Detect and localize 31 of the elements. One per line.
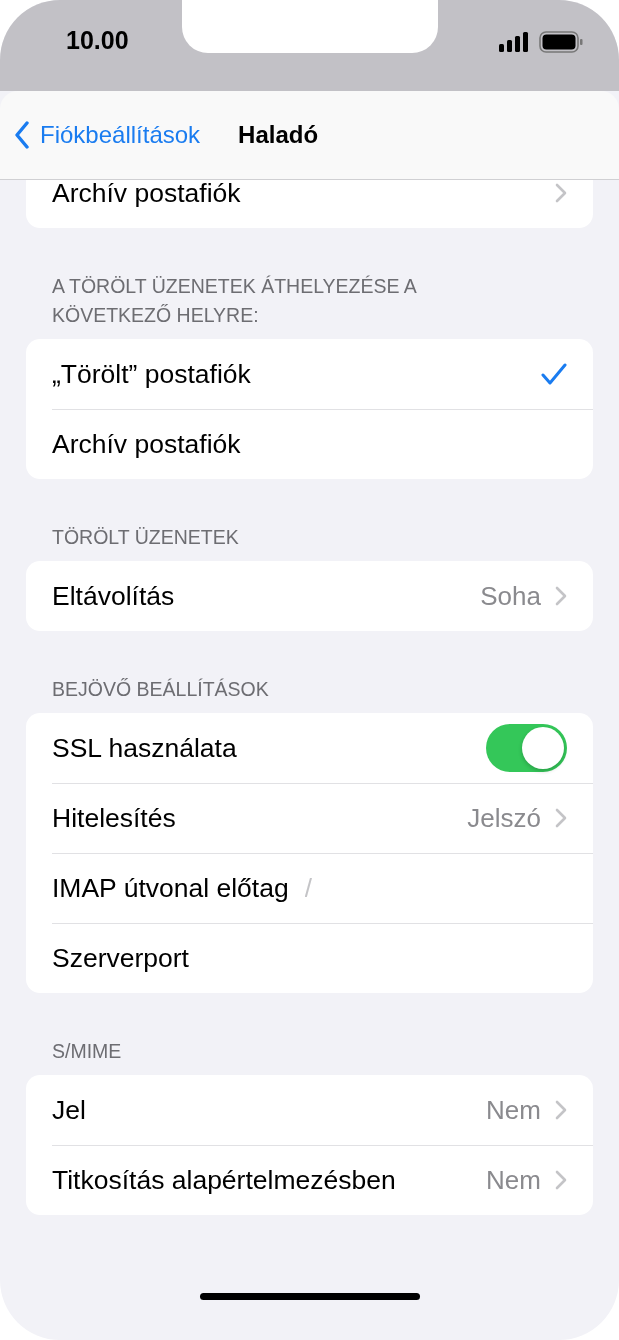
signal-icon [499, 32, 531, 52]
chevron-icon [555, 808, 567, 828]
row-label: IMAP útvonal előtag [52, 872, 289, 904]
section-header: A TÖRÖLT ÜZENETEK ÁTHELYEZÉSE A KÖVETKEZŐ HELYRE: [52, 274, 418, 328]
row-value: Nem [486, 1094, 541, 1126]
section-header: S/MIME [52, 1039, 123, 1064]
row-value: Soha [480, 580, 541, 612]
back-chevron-icon[interactable] [14, 121, 30, 149]
toggle-switch[interactable] [486, 724, 567, 772]
row-label[interactable]: Titkosítás alapértelmezésben [52, 1164, 396, 1196]
chevron-icon [555, 1100, 567, 1120]
row-label: Szerverport [52, 942, 189, 974]
row-label[interactable]: Hitelesítés [52, 802, 176, 834]
back-button[interactable]: Fiókbeállítások [14, 121, 201, 149]
row-value: Jelszó [467, 802, 541, 834]
nav-title: Haladó [238, 121, 319, 149]
chevron-icon [555, 586, 567, 606]
row-label[interactable]: „Törölt” postafiók [52, 358, 251, 390]
row-label: SSL használata [52, 732, 237, 764]
chevron-icon [555, 183, 567, 203]
row-label[interactable]: Archív postafiók [52, 180, 241, 209]
row-label[interactable]: Archív postafiók [52, 428, 241, 460]
section-header: TÖRÖLT ÜZENETEK [52, 525, 240, 550]
row-value: Nem [486, 1164, 541, 1196]
row-label[interactable]: Jel [52, 1094, 86, 1126]
section-header: BEJÖVŐ BEÁLLÍTÁSOK [52, 677, 270, 702]
input-field[interactable]: / [302, 871, 567, 905]
battery-icon [539, 31, 583, 53]
row-label[interactable]: Eltávolítás [52, 580, 175, 612]
chevron-icon [555, 1170, 567, 1190]
status-time: 10.00 [66, 26, 129, 55]
